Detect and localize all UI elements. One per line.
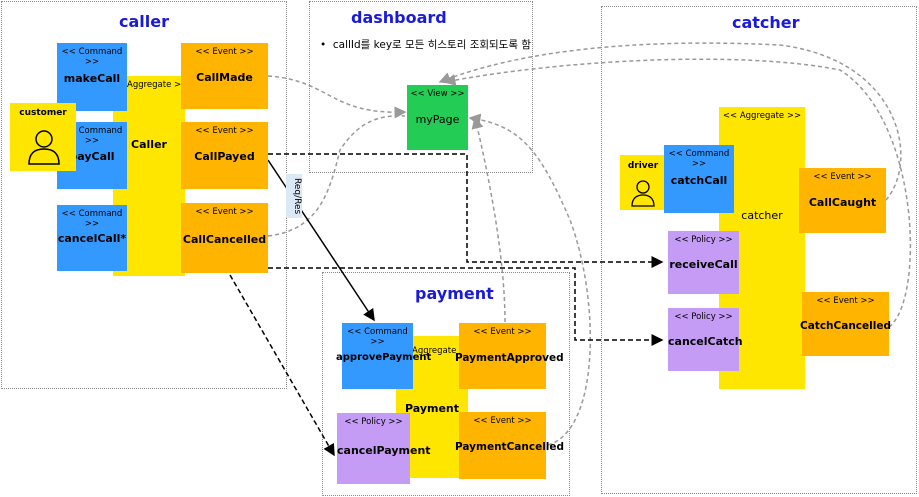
cancelpayment-label: cancelPayment — [337, 444, 431, 457]
approvepayment-label: approvePayment — [336, 352, 432, 363]
dashboard-note-text: callId를 key로 모든 히스토리 조회되도록 함 — [332, 39, 531, 51]
policy-stereotype: << Policy >> — [674, 235, 733, 245]
command-stereotype: << Command >> — [347, 327, 408, 347]
event-stereotype: << Event >> — [473, 327, 532, 337]
cancelcatch-label: cancelCatch — [668, 335, 743, 348]
cancelpayment-policy[interactable]: << Policy >> cancelPayment — [337, 413, 431, 484]
callcaught-event[interactable]: << Event >> CallCaught — [799, 168, 886, 233]
callpayed-event[interactable]: << Event >> CallPayed — [181, 122, 268, 189]
cancelcall-command[interactable]: << Command >> cancelCall* — [57, 205, 127, 271]
callcancelled-label: CallCancelled — [182, 233, 267, 246]
customer-label: customer — [19, 108, 67, 118]
driver-label: driver — [627, 161, 659, 171]
paymentapproved-label: PaymentApproved — [455, 352, 564, 364]
event-stereotype: << Event >> — [195, 47, 254, 57]
aggregate-stereotype: << Aggregate >> — [722, 111, 802, 121]
catchcall-label: catchCall — [670, 174, 728, 187]
req-res-label: Req/Res — [286, 174, 302, 218]
callmade-label: CallMade — [196, 71, 253, 84]
callcancelled-event[interactable]: << Event >> CallCancelled — [181, 203, 268, 273]
paymentapproved-event[interactable]: << Event >> PaymentApproved — [455, 323, 564, 389]
event-stereotype: << Event >> — [195, 207, 254, 217]
customer-actor[interactable]: customer — [10, 103, 76, 171]
catchcall-command[interactable]: << Command >> catchCall — [664, 145, 734, 213]
callpayed-label: CallPayed — [194, 150, 255, 163]
paymentcancelled-event[interactable]: << Event >> PaymentCancelled — [455, 412, 564, 479]
callcancelled-to-cancelpayment — [229, 274, 335, 457]
person-icon — [28, 130, 60, 165]
event-stereotype: << Event >> — [473, 416, 532, 426]
paymentcancelled-label: PaymentCancelled — [455, 441, 565, 453]
paymentcancelled-to-mypage — [468, 113, 592, 446]
event-stereotype: << Event >> — [816, 296, 875, 306]
mypage-label: myPage — [415, 113, 460, 126]
person-icon — [631, 180, 655, 207]
dashboard-note: • callId를 key로 모든 히스토리 조회되도록 함 — [320, 37, 531, 52]
view-stereotype: << View >> — [410, 89, 465, 99]
callpayed-to-receivecall — [268, 153, 664, 268]
command-stereotype: << Command >> — [668, 149, 730, 169]
catchcancelled-label: CatchCancelled — [800, 320, 891, 332]
callcaught-label: CallCaught — [808, 196, 877, 209]
bullet-icon: • — [320, 39, 333, 51]
command-stereotype: << Command >> — [61, 47, 123, 67]
driver-actor[interactable]: driver — [620, 155, 666, 210]
receivecall-policy[interactable]: << Policy >> receiveCall — [668, 231, 739, 294]
mypage-view[interactable]: << View >> myPage — [407, 85, 468, 150]
makecall-label: makeCall — [63, 72, 121, 85]
policy-stereotype: << Policy >> — [674, 312, 733, 322]
cancelcall-label: cancelCall* — [57, 232, 127, 245]
event-stereotype: << Event >> — [813, 172, 872, 182]
approvepayment-command[interactable]: << Command >> approvePayment — [336, 323, 431, 389]
makecall-command[interactable]: << Command >> makeCall — [57, 43, 127, 111]
callmade-to-mypage — [267, 75, 407, 119]
callpayed-to-approvepayment — [267, 159, 375, 322]
policy-stereotype: << Policy >> — [344, 417, 403, 427]
paymentapproved-to-mypage — [471, 116, 506, 323]
event-stereotype: << Event >> — [195, 126, 254, 136]
catchcancelled-event[interactable]: << Event >> CatchCancelled — [800, 292, 891, 356]
receivecall-label: receiveCall — [669, 258, 738, 271]
command-stereotype: << Command >> — [61, 209, 123, 229]
cancelcatch-policy[interactable]: << Policy >> cancelCatch — [668, 308, 743, 371]
callmade-event[interactable]: << Event >> CallMade — [181, 43, 268, 109]
